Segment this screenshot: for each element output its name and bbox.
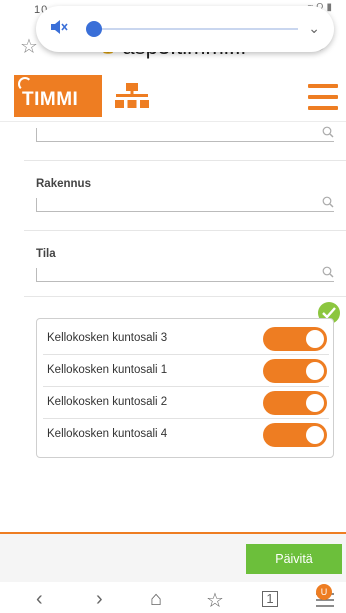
room-label: Kellokosken kuntosali 2 [47,396,168,408]
main-content: Rakennus Tila Kellokosken kuntosali 3 Ke… [0,122,346,532]
room-row: Kellokosken kuntosali 3 [43,323,329,355]
mute-speaker-icon[interactable] [50,19,68,35]
forward-arrow-icon[interactable]: › [96,588,103,611]
tila-label: Tila [36,248,56,260]
room-row: Kellokosken kuntosali 4 [43,419,329,451]
rakennus-field[interactable]: Rakennus [36,178,336,212]
tabs-icon[interactable]: 1 [262,591,278,607]
volume-slider-knob[interactable] [86,21,102,37]
search-icon[interactable] [322,266,334,278]
search-icon[interactable] [322,196,334,208]
room-label: Kellokosken kuntosali 3 [47,332,168,344]
volume-track[interactable] [98,28,298,30]
room-label: Kellokosken kuntosali 4 [47,428,168,440]
room-row: Kellokosken kuntosali 2 [43,387,329,419]
app-screen: 10 ≈ Ω ▮ ☆ 🔒asp3.timmi.fi ↻ ⌄ TIMMI [0,0,346,613]
rakennus-input[interactable] [36,198,334,212]
divider [24,296,346,297]
room-row: Kellokosken kuntosali 1 [43,355,329,387]
divider [24,160,346,161]
room-label: Kellokosken kuntosali 1 [47,364,168,376]
search-icon[interactable] [322,126,334,138]
room-toggle[interactable] [263,423,327,447]
room-toggle[interactable] [263,359,327,383]
logo-text: TIMMI [22,89,79,110]
org-chart-icon[interactable] [114,82,150,110]
chevron-down-icon[interactable]: ⌄ [308,20,320,37]
field-underline [36,128,334,142]
browser-nav-bar: ‹ › ⌂ ☆ 1 U [0,582,346,613]
tila-field[interactable]: Tila [36,248,336,282]
rakennus-label: Rakennus [36,178,91,190]
tila-input[interactable] [36,268,334,282]
volume-overlay: ⌄ [36,6,334,52]
hamburger-menu-icon[interactable] [308,84,338,110]
room-toggle[interactable] [263,391,327,415]
room-list-panel: Kellokosken kuntosali 3 Kellokosken kunt… [36,318,334,458]
app-header: TIMMI [0,72,346,122]
divider [24,230,346,231]
room-toggle[interactable] [263,327,327,351]
timmi-logo[interactable]: TIMMI [14,75,102,117]
back-arrow-icon[interactable]: ‹ [36,588,43,611]
home-icon[interactable]: ⌂ [150,588,162,611]
bookmarks-icon[interactable]: ☆ [206,588,224,613]
footer-bar: Päivitä [0,532,346,582]
update-badge: U [316,584,332,600]
update-button[interactable]: Päivitä [246,544,342,574]
menu-icon[interactable]: U [316,584,334,613]
